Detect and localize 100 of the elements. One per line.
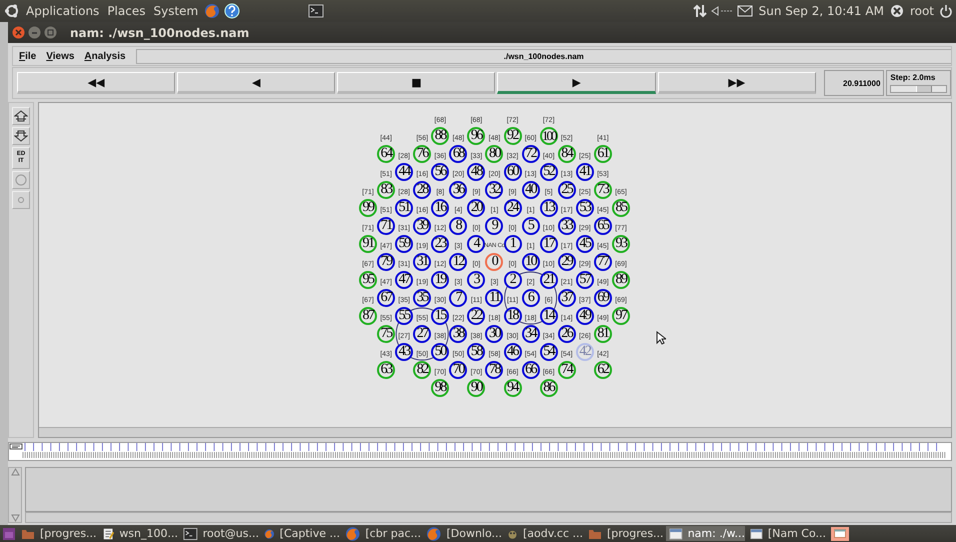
network-node: 91 [359, 235, 377, 253]
network-icon[interactable] [692, 4, 707, 18]
network-node: 6 [522, 289, 540, 307]
network-node: 37 [558, 289, 576, 307]
network-node: 15 [431, 307, 450, 325]
taskbar-label: wsn_100... [119, 527, 178, 540]
network-node: 21 [540, 271, 558, 289]
folder-icon [588, 528, 602, 540]
network-node: 93 [612, 235, 630, 253]
network-node: 38 [449, 325, 468, 343]
browser-icon [426, 526, 442, 541]
taskbar-item[interactable]: [Nam Co... [747, 526, 826, 541]
slider-thumb[interactable] [916, 86, 932, 92]
network-node: 44 [395, 163, 414, 181]
file-path-field: ./wsn_100nodes.nam [136, 48, 951, 64]
taskbar-item[interactable]: nam: ./w... [666, 526, 745, 541]
network-node: 72 [522, 145, 540, 163]
scroll-up-icon[interactable] [10, 468, 20, 476]
zoom-in-button[interactable] [12, 107, 30, 125]
step-slider[interactable] [890, 85, 948, 93]
taskbar-label: [Nam Co... [768, 527, 826, 540]
network-node: 5 [522, 217, 540, 235]
taskbar-item[interactable]: [aodv.cc ... [504, 526, 583, 541]
playback-button[interactable]: ◀◀ [17, 72, 176, 94]
taskbar-item[interactable]: [progres... [18, 526, 97, 541]
network-node: 23 [431, 235, 450, 253]
down-arrow-icon [14, 130, 28, 142]
menu-item[interactable]: Views [46, 50, 74, 62]
up-arrow-icon [14, 110, 28, 122]
network-node: 48 [467, 163, 486, 181]
horizontal-scrollbar[interactable] [39, 427, 951, 437]
network-node: 87 [359, 307, 377, 325]
playback-button[interactable]: ■ [337, 72, 496, 94]
clock[interactable]: Sun Sep 2, 10:41 AM [756, 4, 886, 18]
menu-item[interactable]: Analysis [84, 50, 126, 62]
network-node: 36 [449, 181, 468, 199]
network-node: 94 [504, 379, 522, 397]
user-status-icon[interactable] [890, 4, 904, 18]
network-node: 100 [540, 127, 558, 145]
network-node: 68 [449, 145, 468, 163]
menu-item[interactable]: File [19, 50, 36, 62]
dot-tool-button[interactable] [12, 191, 30, 209]
network-node: 25 [558, 181, 576, 199]
network-node: 9 [485, 217, 504, 235]
playback-button[interactable]: ▶ [497, 72, 656, 94]
network-node: 11 [485, 289, 504, 307]
network-node: 30 [485, 325, 504, 343]
network-node: 65 [594, 217, 612, 235]
minimize-icon[interactable] [28, 26, 41, 39]
volume-icon[interactable] [710, 5, 733, 17]
taskbar-item[interactable]: wsn_100... [99, 526, 178, 541]
workspace-icon [834, 529, 846, 538]
taskbar-item[interactable]: root@us... [180, 526, 259, 541]
help-icon[interactable] [224, 3, 240, 19]
circle-icon [15, 174, 27, 186]
document-icon [102, 526, 114, 540]
dot-icon [17, 196, 25, 204]
network-node: 70 [449, 361, 468, 379]
panel-menu[interactable]: Applications [24, 4, 102, 18]
scroll-down-icon[interactable] [10, 514, 20, 522]
playback-button[interactable]: ◀ [177, 72, 336, 94]
network-node: 12 [449, 253, 468, 271]
circle-tool-button[interactable] [12, 171, 30, 189]
network-node: 55 [395, 307, 414, 325]
network-node: 31 [413, 253, 432, 271]
network-node: 67 [377, 289, 396, 307]
mail-icon[interactable] [736, 5, 753, 17]
terminal-icon[interactable] [308, 4, 324, 18]
distro-logo-icon[interactable] [4, 3, 20, 19]
taskbar-item[interactable]: [Captive ... [261, 526, 340, 541]
taskbar-item[interactable]: [progres... [585, 526, 664, 541]
zoom-out-button[interactable] [12, 127, 30, 145]
show-desktop-icon[interactable] [2, 526, 16, 540]
vertical-scrollbar[interactable] [8, 467, 22, 523]
network-node: 61 [594, 145, 612, 163]
network-node: 20 [467, 199, 486, 217]
playback-button[interactable]: ▶▶ [658, 72, 816, 94]
panel-menu[interactable]: System [151, 4, 200, 18]
folder-icon [21, 528, 35, 540]
taskbar-item[interactable]: [cbr pac... [342, 526, 421, 541]
time-display: 20.911000 [824, 70, 884, 96]
network-node: 75 [377, 325, 396, 343]
network-node: 56 [431, 163, 450, 181]
horizontal-scrollbar[interactable] [25, 512, 952, 523]
maximize-icon[interactable] [44, 26, 57, 39]
browser-icon[interactable] [204, 3, 220, 19]
network-node: 82 [413, 361, 432, 379]
network-node: 53 [576, 199, 594, 217]
network-node: 34 [522, 325, 540, 343]
taskbar-item[interactable]: [Downlo... [423, 526, 502, 541]
network-node: 62 [594, 361, 612, 379]
power-icon[interactable] [940, 4, 952, 18]
panel-menu[interactable]: Places [105, 4, 148, 18]
network-node: 33 [558, 217, 576, 235]
close-icon[interactable] [12, 26, 25, 39]
workspace-button[interactable] [831, 526, 849, 540]
network-node: 0 [485, 253, 504, 271]
network-node: 4 [467, 235, 486, 253]
user-menu[interactable]: root [908, 4, 936, 18]
network-node: 10 [522, 253, 540, 271]
